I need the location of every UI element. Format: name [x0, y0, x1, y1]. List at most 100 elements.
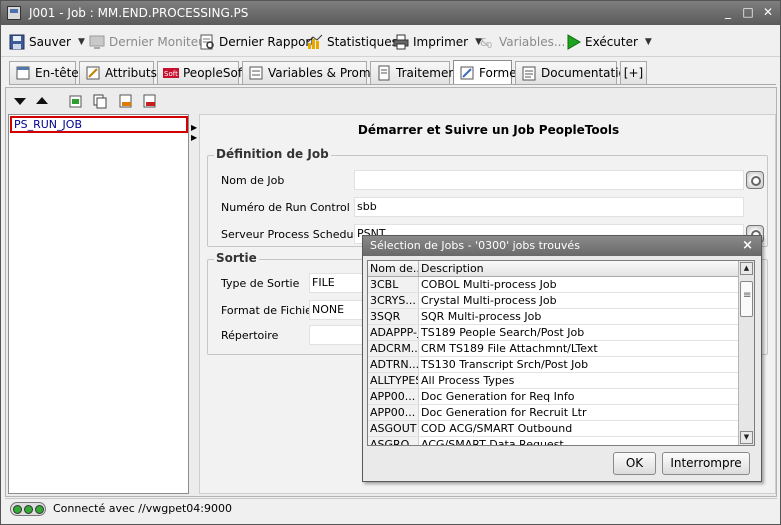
execute-button[interactable]: Exécuter ▼	[565, 31, 652, 53]
move-up-icon[interactable]	[34, 93, 50, 109]
tab-attributes-label: Attributs	[105, 66, 157, 80]
execute-label: Exécuter	[585, 35, 638, 49]
connection-status-text: Connecté avec //vwgpet04:9000	[53, 502, 232, 515]
jobs-table-scrollbar[interactable]: ▲ ▼	[738, 261, 754, 445]
tab-peoplesoft[interactable]: Soft PeopleSoft	[157, 61, 247, 84]
cancel-button[interactable]: Interrompre	[662, 452, 750, 475]
move-down-icon[interactable]	[12, 93, 28, 109]
print-label: Imprimer	[413, 35, 469, 49]
dialog-close-button[interactable]: ×	[742, 236, 753, 256]
monitor-icon	[89, 34, 105, 50]
form-title: Démarrer et Suivre un Job PeopleTools	[357, 123, 620, 137]
job-name-cell: 3CRYS...	[368, 293, 419, 308]
scroll-down-button[interactable]: ▼	[740, 431, 753, 444]
tab-header-label: En-tête	[35, 66, 79, 80]
maximize-button[interactable]: □	[741, 6, 755, 19]
splitter[interactable]: ▶ ▶	[190, 114, 198, 494]
chart-icon	[307, 34, 323, 50]
tab-processing[interactable]: Traitement	[370, 61, 461, 84]
table-row[interactable]: ASGRQ ACG/SMART Data Request	[368, 437, 739, 445]
tab-add[interactable]: [+]	[620, 61, 647, 84]
job-name-field[interactable]	[354, 170, 744, 190]
output-legend: Sortie	[214, 251, 259, 265]
tab-form[interactable]: Forme	[453, 60, 517, 85]
print-button[interactable]: Imprimer ▼	[393, 31, 482, 53]
job-name-cell: ADCRM...	[368, 341, 419, 356]
tab-attributes[interactable]: Attributs	[79, 61, 157, 84]
tab-documentation[interactable]: Documentation	[515, 61, 634, 84]
job-item-ps-run-job[interactable]: PS_RUN_JOB	[10, 116, 188, 133]
last-report-button[interactable]: Dernier Rapport	[199, 31, 315, 53]
job-description-cell: Crystal Multi-process Job	[419, 293, 739, 308]
scroll-thumb[interactable]	[740, 281, 753, 317]
job-name-label: Nom de Job	[221, 174, 285, 187]
table-row[interactable]: ALLTYPES All Process Types	[368, 373, 739, 389]
table-row[interactable]: ADCRM... CRM TS189 File Attachmnt/LText	[368, 341, 739, 357]
scroll-up-button[interactable]: ▲	[740, 262, 753, 275]
window-title: J001 - Job : MM.END.PROCESSING.PS	[29, 6, 249, 20]
expand-arrow-icon[interactable]: ▶	[191, 134, 197, 142]
statistics-button[interactable]: Statistiques	[307, 31, 398, 53]
delete-icon[interactable]	[142, 93, 158, 109]
table-row[interactable]: APP00... Doc Generation for Req Info	[368, 389, 739, 405]
minimize-button[interactable]: _	[721, 6, 735, 19]
tab-add-label: [+]	[623, 66, 644, 80]
execute-dropdown-icon[interactable]: ▼	[645, 37, 652, 47]
dialog-title-bar: Sélection de Jobs - '0300' jobs trouvés …	[363, 236, 761, 256]
job-name-cell: ADAPPP-J	[368, 325, 419, 340]
job-name-lookup-icon[interactable]	[746, 171, 764, 189]
add-icon[interactable]	[68, 93, 84, 109]
column-header-description[interactable]: Description	[419, 261, 739, 276]
tab-processing-label: Traitement	[396, 66, 461, 80]
tab-bar: En-tête Attributs Soft PeopleSoft Variab…	[9, 60, 777, 85]
svg-text:0: 0	[487, 41, 492, 50]
play-icon	[565, 34, 581, 50]
variables-icon	[248, 65, 264, 81]
jobs-table-header: Nom de... Description	[368, 261, 739, 277]
tab-variables-prompts[interactable]: Variables & Prompts	[242, 61, 389, 84]
table-row[interactable]: 3SQR SQR Multi-process Job	[368, 309, 739, 325]
job-definition-group: Définition de Job Nom de Job Numéro de R…	[207, 147, 768, 247]
last-monitor-button[interactable]: Dernier Moniteur	[89, 31, 211, 53]
job-tree-panel: PS_RUN_JOB	[8, 114, 189, 494]
close-window-button[interactable]: ✕	[761, 6, 775, 19]
job-description-cell: All Process Types	[419, 373, 739, 388]
save-label: Sauver	[29, 35, 71, 49]
table-row[interactable]: APP00... Doc Generation for Recruit Ltr	[368, 405, 739, 421]
document-icon	[376, 65, 392, 81]
job-description-cell: TS189 People Search/Post Job	[419, 325, 739, 340]
column-header-name[interactable]: Nom de...	[368, 261, 419, 276]
connection-status-icon	[10, 502, 46, 516]
output-type-label: Type de Sortie	[221, 277, 300, 290]
copy-icon[interactable]	[92, 93, 108, 109]
table-row[interactable]: ASGOUT COD ACG/SMART Outbound	[368, 421, 739, 437]
job-name-cell: 3CBL	[368, 277, 419, 292]
save-button[interactable]: Sauver ▼	[9, 31, 85, 53]
job-description-cell: CRM TS189 File Attachmnt/LText	[419, 341, 739, 356]
variables-button[interactable]: & 0 Variables...	[479, 31, 565, 53]
table-row[interactable]: ADTRN... TS130 Transcript Srch/Post Job	[368, 357, 739, 373]
table-row[interactable]: 3CRYS... Crystal Multi-process Job	[368, 293, 739, 309]
led-green-icon	[24, 505, 33, 514]
job-description-cell: COBOL Multi-process Job	[419, 277, 739, 292]
insert-icon[interactable]	[118, 93, 134, 109]
table-row[interactable]: ADAPPP-J TS189 People Search/Post Job	[368, 325, 739, 341]
tab-header[interactable]: En-tête	[9, 61, 79, 84]
job-definition-legend: Définition de Job	[214, 147, 331, 161]
last-monitor-label: Dernier Moniteur	[109, 35, 211, 49]
variables-icon: & 0	[479, 34, 495, 50]
report-icon	[199, 34, 215, 50]
run-control-field[interactable]: sbb	[354, 197, 744, 217]
save-dropdown-icon[interactable]: ▼	[78, 37, 85, 47]
job-name-cell: ASGOUT	[368, 421, 419, 436]
notepad-icon	[521, 65, 537, 81]
header-icon	[15, 65, 31, 81]
ok-button[interactable]: OK	[613, 452, 656, 475]
collapse-arrow-icon[interactable]: ▶	[191, 124, 197, 132]
form-icon	[459, 65, 475, 81]
app-window-icon	[7, 6, 21, 20]
floppy-disk-icon	[9, 34, 25, 50]
job-name-cell: ASGRQ	[368, 437, 419, 445]
table-row[interactable]: 3CBL COBOL Multi-process Job	[368, 277, 739, 293]
server-label: Serveur Process Scheduler	[221, 228, 368, 241]
